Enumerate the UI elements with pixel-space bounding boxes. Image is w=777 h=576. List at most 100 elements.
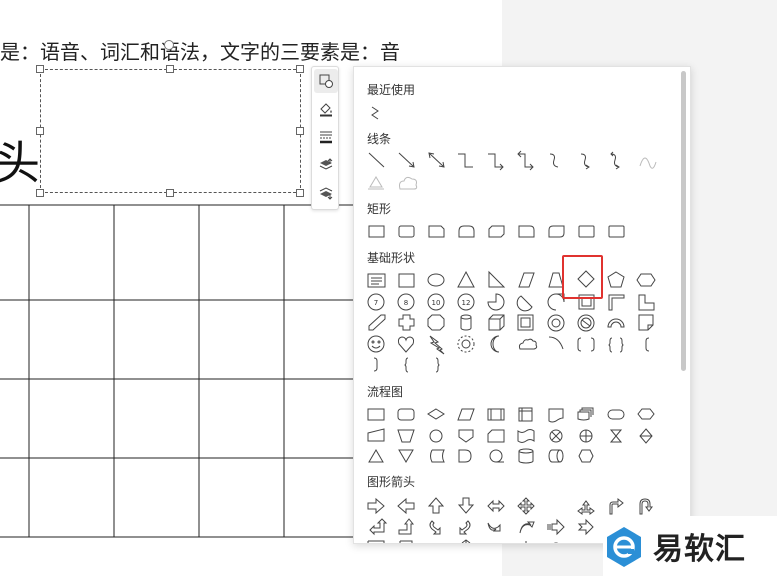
elbow-connector-shape[interactable] [458,153,473,168]
left-right-arrow-shape[interactable] [487,499,505,513]
flowchart-punched-tape-shape[interactable] [517,429,535,443]
right-triangle-shape[interactable] [488,270,506,288]
right-arrow-callout-shape[interactable] [399,540,413,544]
flowchart-document-shape[interactable] [548,408,564,423]
resize-handle-top[interactable] [166,65,174,73]
flowchart-predefined-process-shape[interactable] [487,408,505,421]
sun-shape[interactable] [457,335,475,353]
flowchart-delay-shape[interactable] [458,449,472,463]
round-top-rectangle-shape[interactable] [458,225,475,238]
donut-shape[interactable] [547,314,565,332]
right-arrow-shape[interactable] [367,497,385,515]
l-shape[interactable] [638,294,655,311]
curved-left-arrow-shape[interactable] [459,520,471,535]
snip-single-corner-rectangle-shape[interactable] [428,225,445,238]
shape-fill-button[interactable] [314,97,338,121]
bring-forward-button[interactable] [314,153,338,177]
basic-rectangle-shape[interactable] [398,273,415,288]
no-symbol-shape[interactable] [577,314,595,332]
elbow-arrow-connector-shape[interactable] [488,153,504,171]
block-arc-shape[interactable] [607,318,625,328]
left-right-up-arrow-shape[interactable] [577,500,595,515]
left-arrow-shape[interactable] [397,497,415,515]
rounded-rectangle-2-shape[interactable] [608,225,625,238]
shape-outline-button[interactable] [314,125,338,149]
double-brace-shape[interactable] [608,337,624,353]
curved-down-arrow-shape[interactable] [519,521,535,534]
elbow-double-arrow-connector-shape[interactable] [517,150,534,171]
right-bracket-shape[interactable] [373,357,378,372]
striped-right-arrow-shape[interactable] [547,518,565,536]
cube-shape[interactable] [488,314,505,331]
plaque-shape[interactable] [427,314,445,331]
double-bracket-shape[interactable] [577,337,595,352]
folded-corner-shape[interactable] [638,314,654,331]
resize-handle-top-right[interactable] [296,65,304,73]
resize-handle-left[interactable] [36,127,44,135]
text-box-shape[interactable] [367,273,386,288]
curved-arrow-connector-shape[interactable] [580,153,590,170]
diagonal-stripe-shape[interactable] [368,314,386,331]
half-frame-shape[interactable] [608,294,625,311]
flowchart-decision-shape[interactable] [427,408,445,420]
freeform-shape[interactable] [368,176,384,190]
left-brace-shape[interactable] [404,357,409,373]
snip-same-side-rectangle-shape[interactable] [578,225,595,238]
parallelogram-shape[interactable] [518,272,535,288]
flowchart-sequential-access-storage-shape[interactable] [489,449,504,463]
flowchart-collate-shape[interactable] [609,429,623,443]
scribble-shape[interactable] [399,176,418,190]
rectangle-shape[interactable] [368,225,385,238]
hexagon-shape[interactable] [636,273,656,287]
u-turn-arrow-shape[interactable] [639,498,653,515]
flowchart-terminator-shape[interactable] [607,409,625,420]
flowchart-data-shape[interactable] [457,408,475,421]
flowchart-summing-junction-shape[interactable] [549,429,563,443]
smiley-face-shape[interactable] [367,335,385,353]
rounded-rectangle-shape[interactable] [398,225,415,238]
down-arrow-shape[interactable] [457,497,475,514]
resize-handle-right[interactable] [296,127,304,135]
flowchart-extract-shape[interactable] [368,449,384,463]
round-single-corner-rectangle-shape[interactable] [518,225,535,238]
curved-up-arrow-shape[interactable] [487,522,501,532]
bevel-shape[interactable] [517,314,534,331]
flowchart-display-shape[interactable] [578,449,594,463]
resize-handle-bottom[interactable] [166,189,174,197]
flowchart-offpage-connector-shape[interactable] [458,429,474,443]
left-bracket-shape[interactable] [645,337,650,352]
flowchart-manual-operation-shape[interactable] [397,429,415,443]
flowchart-card-shape[interactable] [487,429,505,443]
curved-double-arrow-connector-shape[interactable] [610,151,620,170]
flowchart-connector-shape[interactable] [429,429,443,443]
flowchart-process-shape[interactable] [367,408,385,421]
send-backward-button[interactable] [314,181,338,205]
can-shape[interactable] [460,314,472,331]
cloud-shape[interactable] [518,338,538,350]
chevron-arrow-shape[interactable] [367,540,385,544]
round-diagonal-rectangle-shape[interactable] [548,225,565,238]
flowchart-magnetic-disk-shape[interactable] [518,448,534,464]
flowchart-internal-storage-shape[interactable] [518,407,533,422]
flowchart-multidocument-shape[interactable] [577,407,594,421]
heart-shape[interactable] [397,336,415,353]
left-arrow-callout-shape[interactable] [461,539,471,544]
arc-line-shape[interactable] [639,157,657,169]
rotate-handle[interactable] [164,40,174,50]
curved-right-arrow-shape[interactable] [429,520,441,535]
chord-shape[interactable] [516,295,533,312]
curved-connector-shape[interactable] [549,153,559,168]
resize-handle-bottom-right[interactable] [296,189,304,197]
snip-diagonal-rectangle-shape[interactable] [488,225,505,238]
pentagon-shape[interactable] [607,271,625,288]
panel-scrollbar[interactable] [681,71,686,371]
right-brace-shape[interactable] [435,357,440,373]
flowchart-preparation-shape[interactable] [637,408,655,420]
line-shape[interactable] [368,152,385,168]
arrow-line-shape[interactable] [398,152,415,168]
flowchart-alternate-process-shape[interactable] [397,408,415,421]
selected-textbox-shape[interactable] [40,69,301,193]
arc-shape[interactable] [548,336,564,350]
lightning-bolt-shape[interactable] [429,335,445,355]
trapezoid-shape[interactable] [548,272,564,288]
